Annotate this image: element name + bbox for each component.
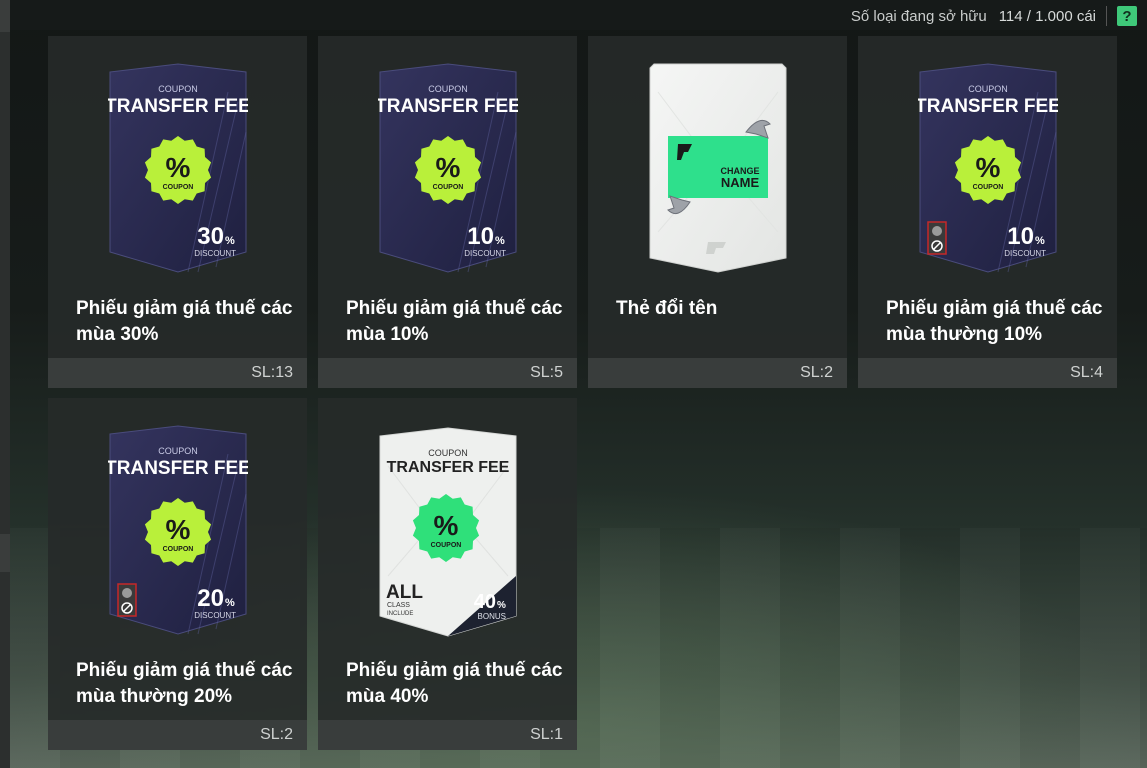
rename-card: CHANGE NAME (649, 63, 786, 273)
bonus-value: 40 (473, 591, 495, 613)
discount-unit: % (225, 235, 235, 247)
divider (1106, 6, 1107, 26)
coupon-title: TRANSFER FEE (108, 96, 248, 117)
item-artwork: COUPON TRANSFER FEE % COUPON 10 % DISCOU… (318, 62, 577, 312)
badge-symbol: % (433, 510, 458, 541)
left-tab-middle[interactable] (0, 534, 10, 572)
owned-label: Số loại đang sở hữu (850, 7, 987, 25)
inventory-item-card[interactable]: CHANGE NAME Thẻ đổi tên SL:2 (588, 36, 847, 388)
coupon-label: COUPON (158, 446, 198, 456)
discount-unit: % (225, 597, 235, 609)
badge-label: COUPON (432, 184, 463, 191)
item-artwork: COUPON TRANSFER FEE % COUPON 10 % DISCOU… (858, 62, 1117, 312)
coupon-title: TRANSFER FEE (108, 458, 248, 479)
badge-symbol: % (435, 152, 460, 183)
coupon-card-dark: COUPON TRANSFER FEE % COUPON 20 % DISCOU… (108, 425, 248, 635)
restricted-icon (116, 583, 137, 617)
item-quantity: SL:2 (588, 358, 847, 388)
class-label: ALL (386, 582, 423, 603)
restricted-icon (926, 221, 947, 255)
left-tab-top[interactable] (0, 0, 10, 32)
help-button[interactable]: ? (1117, 6, 1137, 26)
class-sub-label: CLASS (387, 602, 410, 609)
item-name: Phiếu giảm giá thuế các mùa 10% (346, 298, 563, 345)
discount-label: DISCOUNT (464, 249, 506, 258)
item-artwork: COUPON TRANSFER FEE % COUPON 20 % DISCOU… (48, 424, 307, 674)
inventory-item-card[interactable]: COUPON TRANSFER FEE % COUPON 20 % DISCOU… (48, 398, 307, 750)
badge-symbol: % (165, 152, 190, 183)
item-artwork: COUPON TRANSFER FEE % COUPON 30 % DISCOU… (48, 62, 307, 312)
badge-label: COUPON (162, 184, 193, 191)
left-panel-edge (0, 0, 10, 768)
coupon-card-white: COUPON TRANSFER FEE % COUPON ALL CLASS I… (379, 427, 516, 637)
coupon-card-dark: COUPON TRANSFER FEE % COUPON 10 % DISCOU… (918, 63, 1058, 273)
bonus-label: BONUS (477, 612, 505, 621)
discount-value: 30 (197, 223, 224, 250)
item-grid: COUPON TRANSFER FEE % COUPON 30 % DISCOU… (48, 36, 1117, 750)
item-artwork: CHANGE NAME (588, 62, 847, 312)
discount-unit: % (1035, 235, 1045, 247)
class-sub-label-2: INCLUDE (387, 611, 413, 617)
discount-unit: % (495, 235, 505, 247)
item-quantity: SL:13 (48, 358, 307, 388)
item-quantity: SL:4 (858, 358, 1117, 388)
badge-label: COUPON (972, 184, 1003, 191)
badge-label: COUPON (430, 542, 461, 549)
discount-value: 20 (197, 585, 224, 612)
discount-value: 10 (467, 223, 494, 250)
owned-summary: Số loại đang sở hữu 114 / 1.000 cái ? (851, 4, 1137, 28)
inventory-item-card[interactable]: COUPON TRANSFER FEE % COUPON 10 % DISCOU… (858, 36, 1117, 388)
coupon-label: COUPON (428, 448, 468, 458)
item-quantity: SL:1 (318, 720, 577, 750)
item-artwork: COUPON TRANSFER FEE % COUPON ALL CLASS I… (318, 426, 577, 676)
discount-value: 10 (1007, 223, 1034, 250)
coupon-title: TRANSFER FEE (378, 96, 518, 117)
item-quantity: SL:2 (48, 720, 307, 750)
discount-label: DISCOUNT (194, 249, 236, 258)
coupon-title: TRANSFER FEE (386, 459, 509, 476)
discount-label: DISCOUNT (1004, 249, 1046, 258)
item-name: Phiếu giảm giá thuế các mùa thường 10% (886, 298, 1103, 345)
item-quantity: SL:5 (318, 358, 577, 388)
badge-symbol: % (975, 152, 1000, 183)
inventory-item-card[interactable]: COUPON TRANSFER FEE % COUPON 10 % DISCOU… (318, 36, 577, 388)
coupon-card-dark: COUPON TRANSFER FEE % COUPON 10 % DISCOU… (378, 63, 518, 273)
discount-label: DISCOUNT (194, 611, 236, 620)
badge-symbol: % (165, 514, 190, 545)
inventory-item-card[interactable]: COUPON TRANSFER FEE % COUPON ALL CLASS I… (318, 398, 577, 750)
coupon-label: COUPON (968, 84, 1008, 94)
item-name: Phiếu giảm giá thuế các mùa 30% (76, 298, 293, 345)
inventory-item-card[interactable]: COUPON TRANSFER FEE % COUPON 30 % DISCOU… (48, 36, 307, 388)
item-name: Phiếu giảm giá thuế các mùa 40% (346, 660, 563, 707)
coupon-label: COUPON (428, 84, 468, 94)
bonus-unit: % (497, 600, 506, 611)
item-name: Phiếu giảm giá thuế các mùa thường 20% (76, 660, 293, 707)
coupon-title: TRANSFER FEE (918, 96, 1058, 117)
coupon-card-dark: COUPON TRANSFER FEE % COUPON 30 % DISCOU… (108, 63, 248, 273)
coupon-label: COUPON (158, 84, 198, 94)
owned-count: 114 / 1.000 cái (998, 7, 1096, 25)
badge-label: COUPON (162, 546, 193, 553)
ticket-line2: NAME (720, 175, 759, 190)
item-name: Thẻ đổi tên (616, 298, 718, 319)
